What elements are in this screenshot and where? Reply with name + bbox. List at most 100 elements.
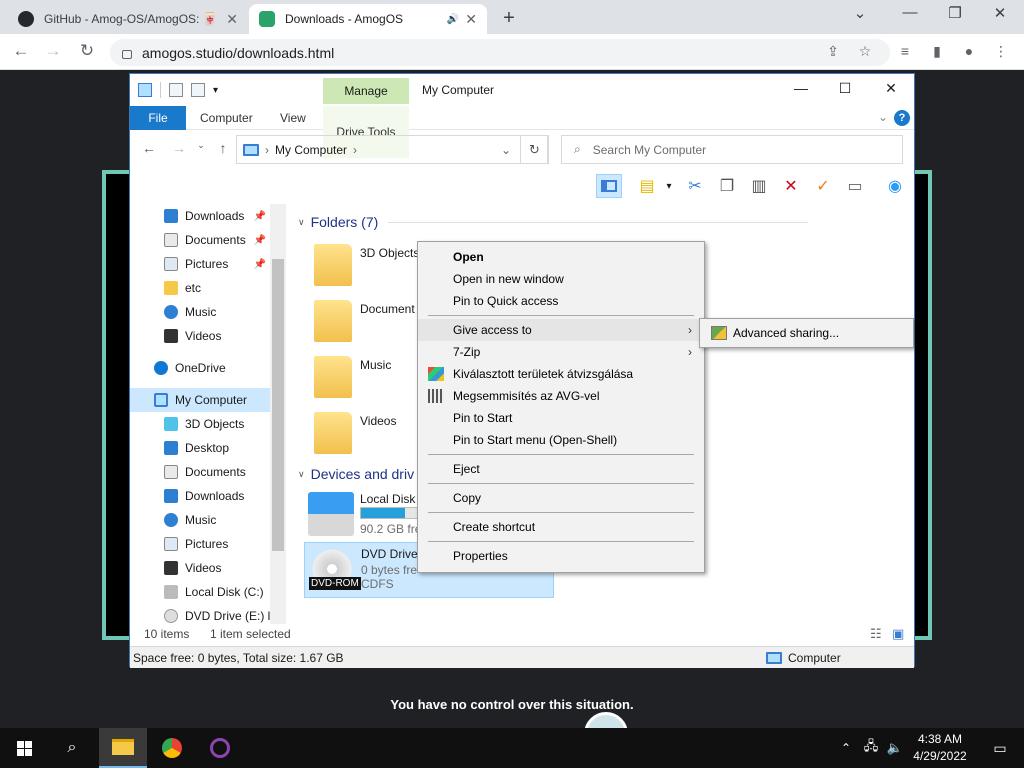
tab-github[interactable]: GitHub - Amog-OS/AmogOS: 🀄 ✕ bbox=[8, 4, 248, 34]
collapse-chevron-icon[interactable]: ∨ bbox=[298, 217, 305, 228]
chevron-right-icon[interactable]: › bbox=[353, 143, 357, 157]
folders-group-header[interactable]: ∨ Folders (7) bbox=[298, 214, 898, 230]
folder-music[interactable]: Music bbox=[314, 352, 434, 404]
nav-item-downloads[interactable]: Downloads 📌 bbox=[130, 204, 270, 228]
globe-icon[interactable]: ◉ bbox=[882, 174, 908, 198]
minimize-icon[interactable]: — bbox=[895, 4, 925, 21]
new-tab-button[interactable]: + bbox=[499, 7, 519, 30]
menu-item-advanced-sharing[interactable]: Advanced sharing... bbox=[700, 322, 913, 344]
search-box[interactable]: ⌕ Search My Computer bbox=[561, 135, 903, 164]
tab-file[interactable]: File bbox=[130, 106, 186, 130]
nav-scrollbar-thumb[interactable] bbox=[272, 259, 284, 551]
notifications-icon[interactable]: ▭ bbox=[976, 728, 1024, 768]
menu-kebab-icon[interactable]: ⋮ bbox=[992, 43, 1010, 60]
nav-item-dvd-drive[interactable]: DVD Drive (E:) lir bbox=[130, 604, 270, 624]
chrome-icon[interactable] bbox=[148, 728, 196, 768]
network-icon[interactable]: 🖧 bbox=[858, 728, 884, 768]
share-icon[interactable]: ⇪ bbox=[824, 43, 842, 60]
menu-item-create-shortcut[interactable]: Create shortcut bbox=[418, 516, 704, 538]
properties-icon[interactable]: ▭ bbox=[842, 174, 868, 198]
address-dropdown-icon[interactable]: ⌄ bbox=[501, 143, 511, 157]
menu-item-copy[interactable]: Copy bbox=[418, 487, 704, 509]
search-icon[interactable]: ⌕ bbox=[48, 728, 96, 768]
properties-icon[interactable] bbox=[169, 83, 183, 97]
restore-icon[interactable]: ❐ bbox=[940, 4, 970, 22]
side-panel-icon[interactable]: ▮ bbox=[928, 43, 946, 60]
menu-item-give-access[interactable]: Give access to › bbox=[418, 319, 704, 341]
menu-item-properties[interactable]: Properties bbox=[418, 545, 704, 567]
back-icon[interactable]: ← bbox=[140, 140, 158, 156]
recent-locations-icon[interactable]: ⌄ bbox=[192, 140, 210, 151]
address-box[interactable]: › My Computer › ⌄ bbox=[236, 135, 548, 164]
nav-item-etc[interactable]: etc bbox=[130, 276, 270, 300]
nav-item-local-disk[interactable]: Local Disk (C:) bbox=[130, 580, 270, 604]
media-control-icon[interactable]: ≡ bbox=[896, 43, 914, 59]
taskbar-clock[interactable]: 4:38 AM 4/29/2022 bbox=[904, 731, 976, 765]
chevron-right-icon[interactable]: › bbox=[265, 143, 269, 157]
nav-item-3d-objects[interactable]: 3D Objects bbox=[130, 412, 270, 436]
nav-item-music[interactable]: Music bbox=[130, 300, 270, 324]
close-tab-icon[interactable]: ✕ bbox=[465, 11, 477, 28]
nav-item-music-2[interactable]: Music bbox=[130, 508, 270, 532]
nav-item-videos[interactable]: Videos bbox=[130, 324, 270, 348]
chevron-up-icon[interactable]: ⌃ bbox=[832, 728, 860, 768]
menu-item-open-new-window[interactable]: Open in new window bbox=[418, 268, 704, 290]
tab-view[interactable]: View bbox=[280, 106, 306, 130]
menu-item-7zip[interactable]: 7-Zip › bbox=[418, 341, 704, 363]
nav-item-my-computer[interactable]: My Computer bbox=[130, 388, 270, 412]
nav-item-pictures-2[interactable]: Pictures bbox=[130, 532, 270, 556]
address-bar[interactable]: amogos.studio/downloads.html bbox=[110, 39, 890, 66]
reload-icon[interactable]: ↻ bbox=[76, 41, 98, 61]
start-windows-icon[interactable] bbox=[0, 728, 48, 768]
menu-item-eject[interactable]: Eject bbox=[418, 458, 704, 480]
tab-downloads[interactable]: Downloads - AmogOS 🔊 ✕ bbox=[249, 4, 487, 34]
tab-computer[interactable]: Computer bbox=[200, 106, 253, 130]
menu-item-open[interactable]: Open bbox=[418, 246, 704, 268]
nav-item-desktop[interactable]: Desktop bbox=[130, 436, 270, 460]
menu-item-pin-start-openshell[interactable]: Pin to Start menu (Open-Shell) bbox=[418, 429, 704, 451]
close-window-icon[interactable]: ✕ bbox=[985, 4, 1015, 22]
menu-item-pin-start[interactable]: Pin to Start bbox=[418, 407, 704, 429]
customize-qat-icon[interactable]: ▾ bbox=[213, 85, 218, 96]
nav-item-pictures[interactable]: Pictures 📌 bbox=[130, 252, 270, 276]
menu-item-pin-quick-access[interactable]: Pin to Quick access bbox=[418, 290, 704, 312]
back-icon[interactable]: ← bbox=[10, 41, 32, 61]
menu-item-avg-scan[interactable]: Kiválasztott területek átvizsgálása bbox=[418, 363, 704, 385]
app-logo-icon[interactable] bbox=[196, 728, 244, 768]
new-folder-icon[interactable] bbox=[191, 83, 205, 97]
menu-item-avg-shred[interactable]: Megsemmisítés az AVG-vel bbox=[418, 385, 704, 407]
computer-icon[interactable] bbox=[138, 83, 152, 97]
tab-search-icon[interactable]: ⌄ bbox=[845, 4, 875, 22]
minimize-icon[interactable]: — bbox=[786, 80, 816, 96]
refresh-icon[interactable]: ↻ bbox=[520, 135, 549, 164]
copy-icon[interactable]: ❐ bbox=[714, 174, 740, 198]
delete-icon[interactable]: ✕ bbox=[778, 174, 804, 198]
maximize-icon[interactable]: ☐ bbox=[830, 80, 860, 97]
paste-icon[interactable]: ▥ bbox=[746, 174, 772, 198]
up-icon[interactable]: ↑ bbox=[214, 140, 232, 156]
nav-item-videos-2[interactable]: Videos bbox=[130, 556, 270, 580]
details-view-icon[interactable]: ☷ bbox=[870, 626, 882, 642]
forward-icon[interactable]: → bbox=[42, 41, 64, 61]
nav-item-downloads-2[interactable]: Downloads bbox=[130, 484, 270, 508]
tab-manage[interactable]: Manage bbox=[323, 78, 409, 104]
forward-icon[interactable]: → bbox=[170, 140, 188, 156]
large-icons-view-icon[interactable]: ▣ bbox=[892, 626, 904, 642]
folder-3d-objects[interactable]: 3D Objects bbox=[314, 240, 434, 292]
nav-item-onedrive[interactable]: OneDrive bbox=[130, 356, 270, 380]
audio-playing-icon[interactable]: 🔊 bbox=[447, 14, 459, 25]
close-icon[interactable]: ✕ bbox=[876, 80, 906, 97]
rename-check-icon[interactable]: ✓ bbox=[810, 174, 836, 198]
collapse-chevron-icon[interactable]: ∨ bbox=[298, 469, 305, 480]
expand-ribbon-icon[interactable]: ⌄ bbox=[878, 110, 888, 124]
help-icon[interactable]: ? bbox=[894, 110, 910, 126]
new-item-dropdown-icon[interactable]: ▾ bbox=[656, 174, 682, 198]
nav-item-documents[interactable]: Documents 📌 bbox=[130, 228, 270, 252]
bookmark-star-icon[interactable]: ☆ bbox=[856, 43, 874, 60]
close-tab-icon[interactable]: ✕ bbox=[226, 11, 238, 28]
cut-icon[interactable]: ✂ bbox=[682, 174, 708, 198]
file-explorer-icon[interactable] bbox=[99, 728, 147, 768]
nav-item-documents-2[interactable]: Documents bbox=[130, 460, 270, 484]
preview-pane-icon[interactable] bbox=[596, 174, 622, 198]
profile-avatar-icon[interactable]: ● bbox=[960, 43, 978, 59]
